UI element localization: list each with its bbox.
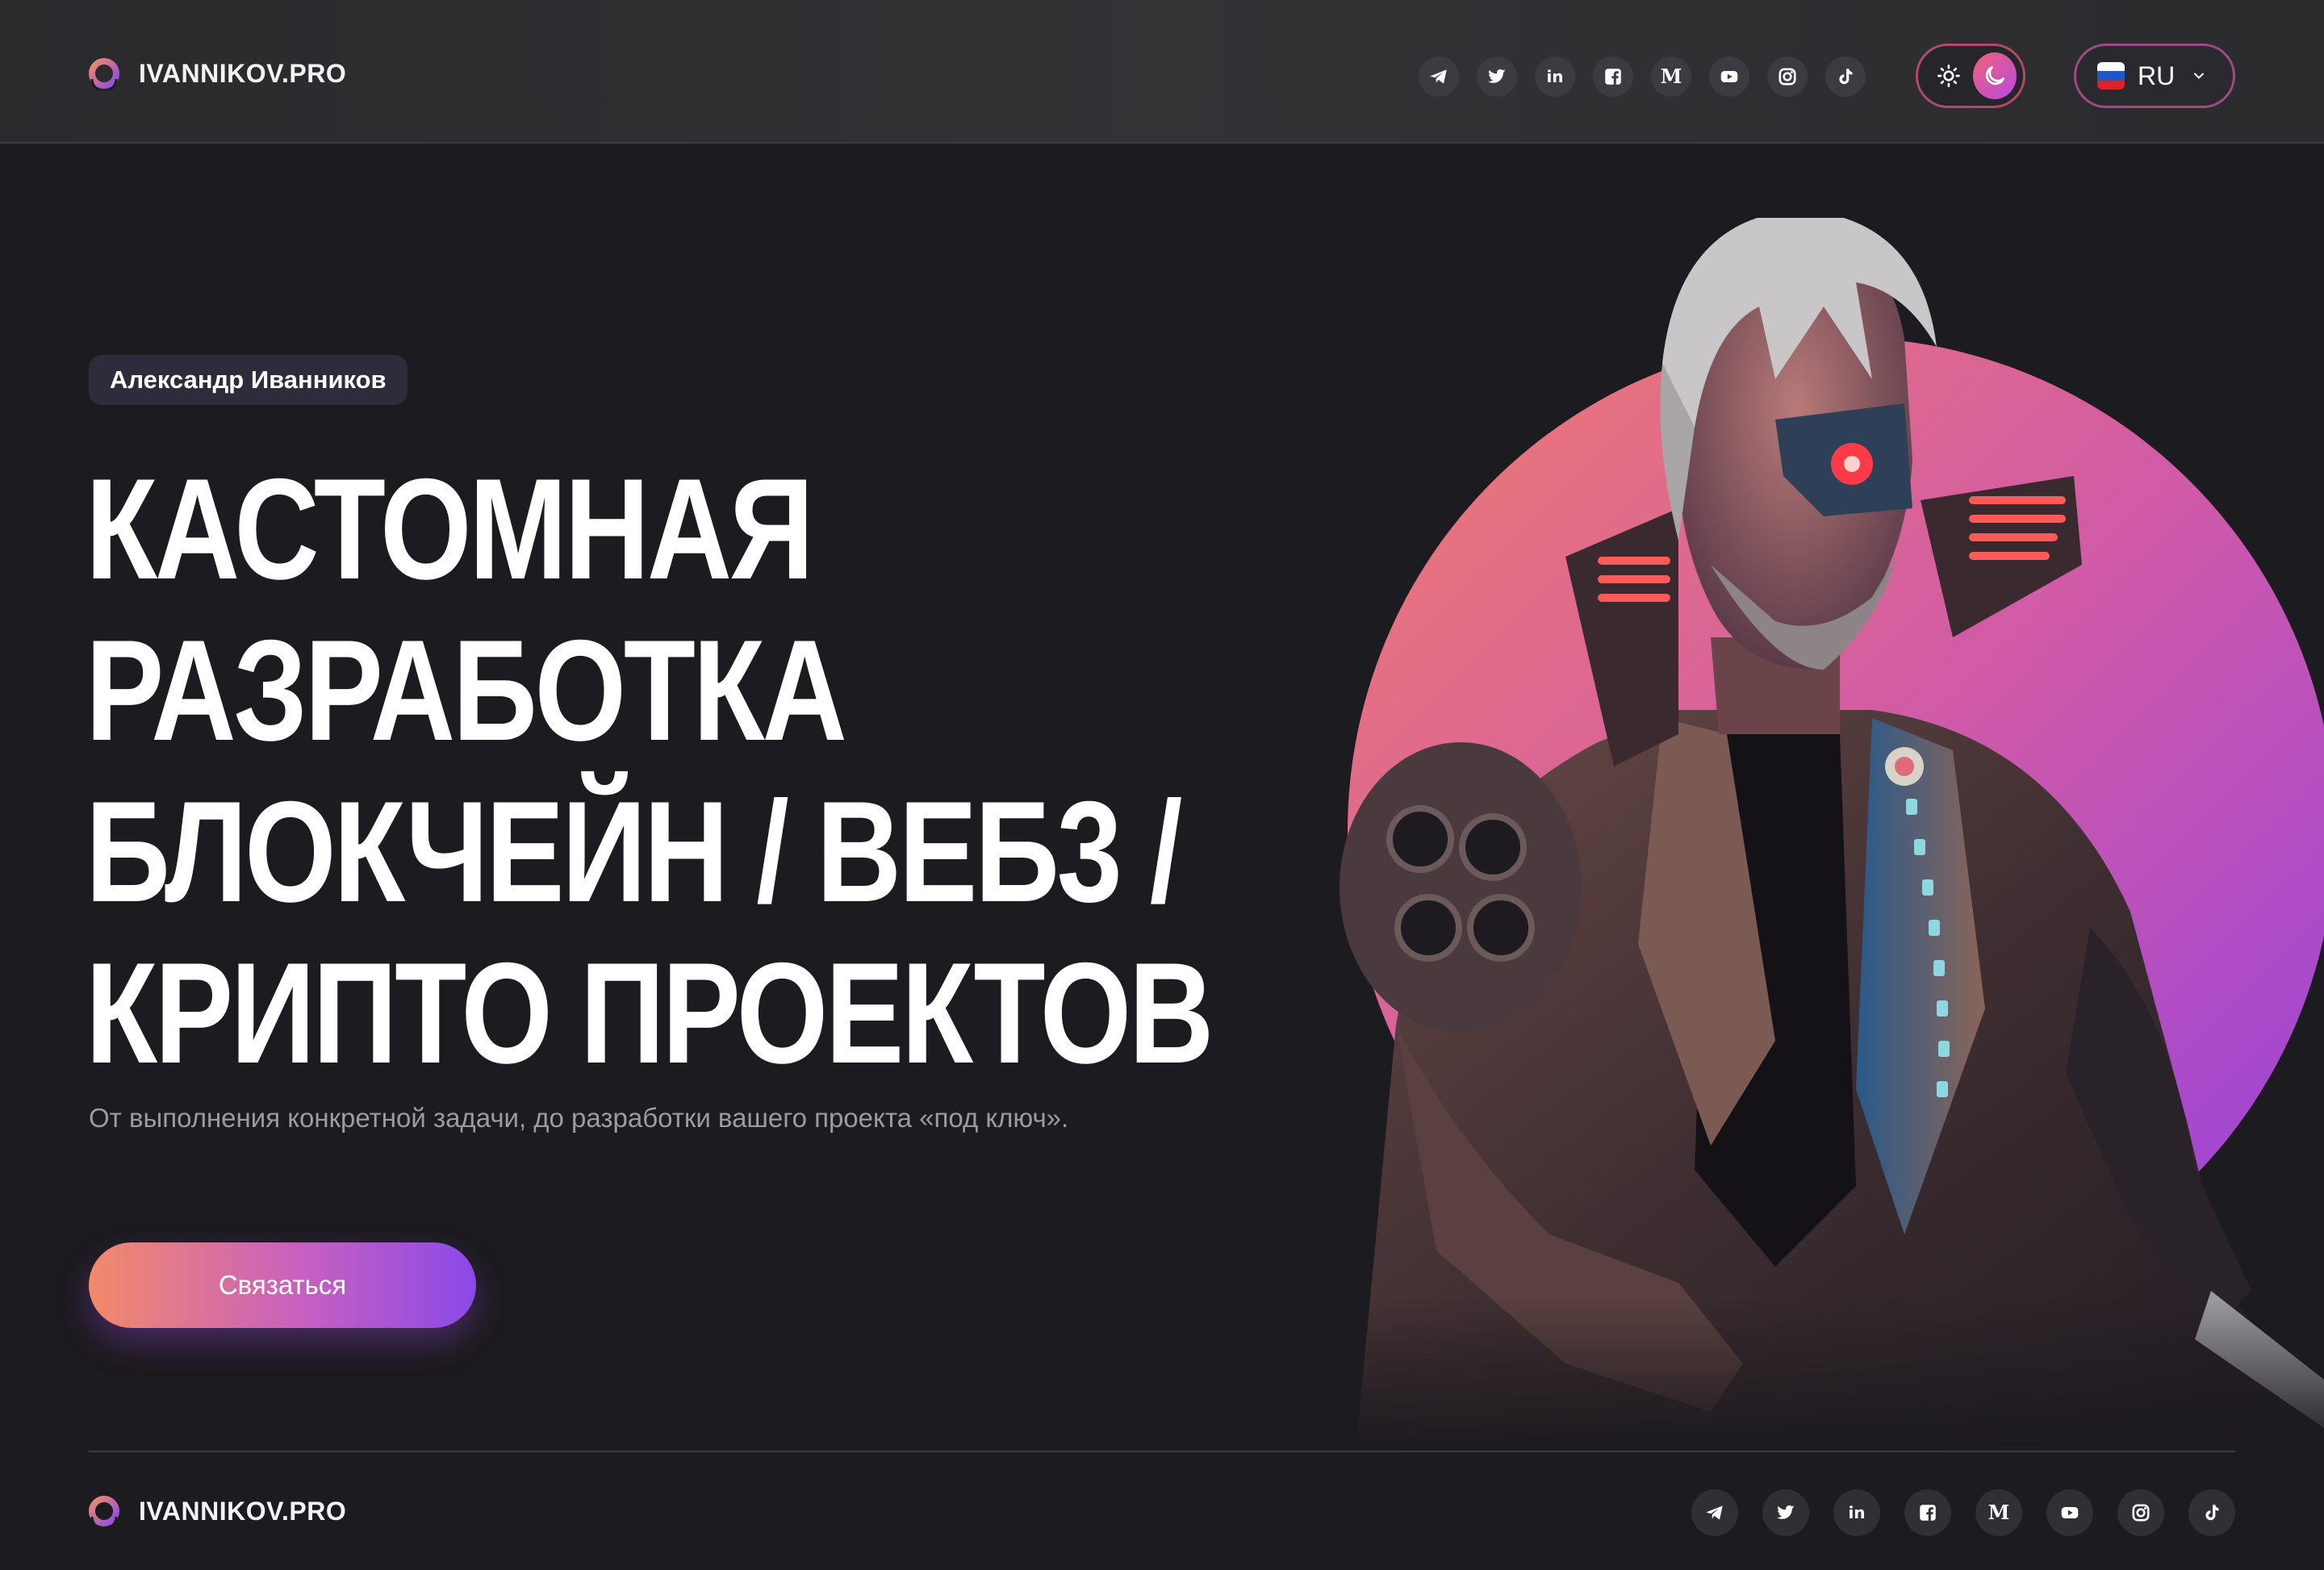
moon-icon bbox=[1985, 66, 2004, 86]
hero-title: КАСТОМНАЯ РАЗРАБОТКА БЛОКЧЕЙН / ВЕБ3 / К… bbox=[86, 449, 1214, 1094]
twitter-link[interactable] bbox=[1762, 1489, 1809, 1536]
twitter-link[interactable] bbox=[1477, 56, 1517, 97]
language-select[interactable]: RU bbox=[2074, 44, 2235, 108]
telegram-icon bbox=[1430, 69, 1447, 84]
header-social-links: in M bbox=[1419, 56, 1866, 97]
facebook-icon bbox=[1920, 1505, 1936, 1521]
site-header: IVANNIKOV.PRO in M RU bbox=[0, 0, 2324, 144]
instagram-link[interactable] bbox=[2117, 1489, 2164, 1536]
facebook-link[interactable] bbox=[1904, 1489, 1951, 1536]
hero-title-line: БЛОКЧЕЙН / ВЕБ3 / bbox=[86, 771, 1182, 932]
youtube-icon bbox=[2061, 1506, 2079, 1519]
telegram-link[interactable] bbox=[1691, 1489, 1738, 1536]
youtube-link[interactable] bbox=[2046, 1489, 2093, 1536]
brand-logo-link[interactable]: IVANNIKOV.PRO bbox=[87, 56, 346, 90]
theme-toggle[interactable] bbox=[1916, 44, 2025, 108]
facebook-link[interactable] bbox=[1593, 56, 1633, 97]
hero-title-line: КАСТОМНАЯ bbox=[86, 449, 814, 609]
theme-toggle-knob bbox=[1972, 52, 2017, 99]
tiktok-link[interactable] bbox=[1825, 56, 1866, 97]
instagram-icon bbox=[2132, 1504, 2150, 1522]
sun-icon bbox=[1937, 65, 1960, 87]
telegram-icon bbox=[1706, 1505, 1723, 1520]
hero-subtitle: От выполнения конкретной задачи, до разр… bbox=[89, 1103, 1069, 1133]
tiktok-icon bbox=[1839, 69, 1853, 85]
hero-portrait-image bbox=[1259, 218, 2324, 1452]
youtube-icon bbox=[1720, 70, 1738, 83]
footer-divider bbox=[89, 1451, 2235, 1452]
telegram-link[interactable] bbox=[1419, 56, 1459, 97]
medium-link[interactable]: M bbox=[1975, 1489, 2022, 1536]
russia-flag-icon bbox=[2097, 62, 2125, 90]
linkedin-link[interactable]: in bbox=[1535, 56, 1575, 97]
instagram-link[interactable] bbox=[1767, 56, 1808, 97]
hero-title-line: КРИПТО ПРОЕКТОВ bbox=[86, 933, 1214, 1093]
language-value: RU bbox=[2138, 61, 2176, 90]
footer-brand-name: IVANNIKOV.PRO bbox=[139, 1496, 347, 1526]
tiktok-link[interactable] bbox=[2188, 1489, 2235, 1536]
linkedin-link[interactable]: in bbox=[1833, 1489, 1880, 1536]
footer-brand-logo-link[interactable]: IVANNIKOV.PRO bbox=[87, 1494, 346, 1528]
twitter-icon bbox=[1777, 1505, 1795, 1519]
medium-icon: M bbox=[1988, 1501, 2010, 1524]
brand-name: IVANNIKOV.PRO bbox=[139, 58, 347, 88]
tiktok-icon bbox=[2205, 1505, 2219, 1521]
facebook-icon bbox=[1605, 69, 1621, 85]
chevron-down-icon bbox=[2194, 73, 2205, 79]
logo-icon bbox=[87, 56, 121, 90]
medium-link[interactable]: M bbox=[1651, 56, 1691, 97]
linkedin-icon: in bbox=[1848, 1503, 1866, 1522]
linkedin-icon: in bbox=[1546, 67, 1564, 86]
twitter-icon bbox=[1488, 69, 1506, 83]
contact-button[interactable]: Связаться bbox=[89, 1242, 476, 1328]
medium-icon: M bbox=[1660, 65, 1682, 88]
youtube-link[interactable] bbox=[1709, 56, 1749, 97]
hero-title-line: РАЗРАБОТКА bbox=[86, 610, 847, 770]
footer-social-links: in M bbox=[1691, 1489, 2235, 1536]
logo-icon bbox=[87, 1494, 121, 1528]
hero-illustration bbox=[1259, 218, 2324, 1452]
instagram-icon bbox=[1779, 68, 1796, 86]
author-badge: Александр Иванников bbox=[89, 355, 408, 405]
